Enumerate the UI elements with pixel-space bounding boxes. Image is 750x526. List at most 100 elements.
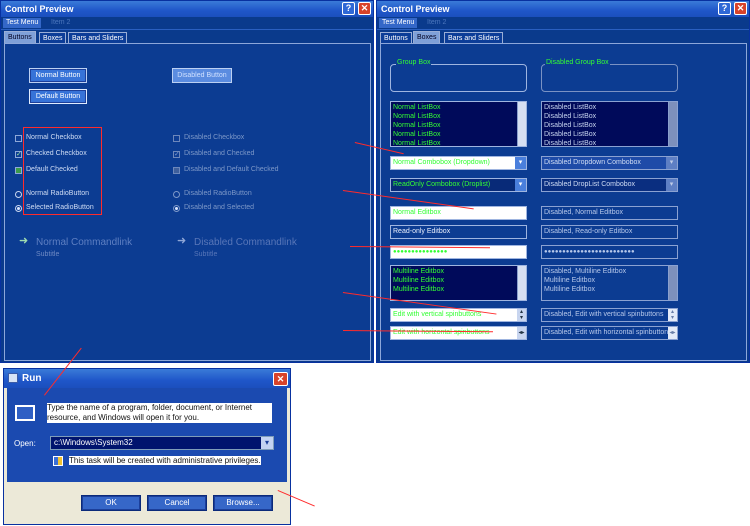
- normal-editbox[interactable]: Normal Editbox: [390, 206, 527, 220]
- chevron-down-icon[interactable]: ▾: [261, 437, 273, 449]
- multiline-line: Multiline Editbox: [393, 277, 444, 284]
- window-title: Control Preview: [5, 4, 74, 14]
- menu-bar: Test Menu Item 2: [1, 17, 373, 30]
- tab-buttons[interactable]: Buttons: [380, 32, 412, 43]
- normal-checkbox-label: Normal Checkbox: [26, 134, 82, 141]
- help-icon[interactable]: ?: [718, 2, 731, 15]
- tab-bars-and-sliders[interactable]: Bars and Sliders: [444, 32, 504, 43]
- normal-button[interactable]: Normal Button: [29, 68, 87, 83]
- multiline-editbox[interactable]: Multiline Editbox Multiline Editbox Mult…: [390, 265, 527, 301]
- list-item[interactable]: Normal ListBox: [393, 130, 526, 139]
- multiline-line: Multiline Editbox: [393, 286, 444, 293]
- vertical-spin-value: Edit with vertical spinbuttons: [393, 311, 482, 318]
- list-item: Disabled ListBox: [544, 104, 597, 111]
- window-title: Control Preview: [381, 4, 450, 14]
- disabled-checkbox-label: Disabled Checkbox: [184, 134, 245, 141]
- control-preview-window-left: Control Preview ? ✕ Test Menu Item 2 But…: [0, 0, 374, 363]
- vertical-spin-editbox[interactable]: Edit with vertical spinbuttons ▴ ▾: [390, 308, 527, 322]
- listbox-scrollbar: [668, 102, 677, 146]
- tab-bars-and-sliders[interactable]: Bars and Sliders: [68, 32, 128, 43]
- spin-leftright-icon: ◂▸: [668, 327, 677, 339]
- default-checked-checkbox[interactable]: [15, 167, 22, 174]
- chevron-down-icon: ▾: [666, 179, 677, 191]
- default-button[interactable]: Default Button: [29, 89, 87, 104]
- run-title-icon: [8, 373, 18, 383]
- admin-note: This task will be created with administr…: [69, 456, 261, 465]
- normal-listbox[interactable]: Normal ListBox Normal ListBox Normal Lis…: [390, 101, 527, 147]
- multiline-line: Multiline Editbox: [393, 268, 444, 275]
- disabled-dropdown-value: Disabled Dropdown Combobox: [544, 159, 641, 166]
- tab-panel: Normal Button Default Button Disabled Bu…: [4, 43, 371, 361]
- help-icon[interactable]: ?: [342, 2, 355, 15]
- listbox-scrollbar[interactable]: [517, 102, 526, 146]
- horizontal-spin-editbox[interactable]: Edit with horizontal spinbuttons ◂▸: [390, 326, 527, 340]
- disabled-commandlink: Disabled Commandlink: [194, 237, 297, 248]
- control-preview-window-right: Control Preview ? ✕ Test Menu Item 2 But…: [376, 0, 750, 363]
- group-box-label: Group Box: [396, 59, 432, 66]
- commandlink-arrow-icon[interactable]: ➜: [19, 234, 28, 247]
- disabled-vertical-spin-editbox: Disabled, Edit with vertical spinbuttons…: [541, 308, 678, 322]
- disabled-selected-radio: [173, 205, 180, 212]
- ok-button[interactable]: OK: [81, 495, 141, 511]
- disabled-group-box: [541, 64, 678, 92]
- disabled-droplist-combobox: Disabled DropList Combobox ▾: [541, 178, 678, 192]
- menu-test[interactable]: Test Menu: [3, 18, 42, 28]
- droplist-combobox-value: ReadOnly Combobox (Droplist): [393, 181, 491, 188]
- disabled-dropdown-combobox: Disabled Dropdown Combobox ▾: [541, 156, 678, 170]
- checked-checkbox[interactable]: ✓: [15, 151, 22, 158]
- close-icon[interactable]: ✕: [734, 2, 747, 15]
- list-item: Disabled ListBox: [544, 140, 597, 147]
- disabled-group-box-label: Disabled Group Box: [545, 59, 610, 66]
- open-combobox[interactable]: c:\Windows\System32 ▾: [50, 436, 274, 450]
- list-item[interactable]: Normal ListBox: [393, 121, 526, 130]
- disabled-radio-label: Disabled RadioButton: [184, 190, 252, 197]
- list-item[interactable]: Normal ListBox: [393, 112, 526, 121]
- menu-test[interactable]: Test Menu: [379, 18, 418, 28]
- normal-commandlink-subtitle: Subtitle: [36, 251, 60, 258]
- tab-boxes[interactable]: Boxes: [39, 32, 67, 43]
- selected-radio[interactable]: [15, 205, 22, 212]
- list-item[interactable]: Normal ListBox: [393, 103, 526, 112]
- chevron-down-icon: ▾: [666, 157, 677, 169]
- spin-leftright-icon[interactable]: ◂▸: [517, 327, 526, 339]
- disabled-password-editbox: ●●●●●●●●●●●●●●●●●●●●●●●●●: [541, 245, 678, 259]
- disabled-default-label: Disabled and Default Checked: [184, 166, 279, 173]
- disabled-horizontal-spin-value: Disabled, Edit with horizontal spinbutto…: [544, 329, 672, 336]
- disabled-checked-checkbox: ✓: [173, 151, 180, 158]
- disabled-droplist-value: Disabled DropList Combobox: [544, 181, 636, 188]
- selected-radio-label: Selected RadioButton: [26, 204, 94, 211]
- disabled-listbox: Disabled ListBox Disabled ListBox Disabl…: [541, 101, 678, 147]
- chevron-down-icon[interactable]: ▾: [515, 157, 526, 169]
- run-title-bar[interactable]: Run: [4, 369, 290, 388]
- disabled-readonly-editbox: Disabled, Read-only Editbox: [541, 225, 678, 239]
- readonly-editbox[interactable]: Read-only Editbox: [390, 225, 527, 239]
- title-bar[interactable]: Control Preview: [377, 1, 749, 17]
- droplist-combobox[interactable]: ReadOnly Combobox (Droplist) ▾: [390, 178, 527, 192]
- disabled-multiline-editbox: Disabled, Multiline Editbox Multiline Ed…: [541, 265, 678, 301]
- disabled-vertical-spin-value: Disabled, Edit with vertical spinbuttons: [544, 311, 664, 318]
- menu-item-2: Item 2: [427, 19, 447, 26]
- open-label: Open:: [14, 439, 36, 448]
- normal-checkbox[interactable]: [15, 135, 22, 142]
- multiline-line: Disabled, Multiline Editbox: [544, 268, 627, 275]
- normal-commandlink[interactable]: Normal Commandlink: [36, 237, 132, 248]
- browse-button[interactable]: Browse...: [213, 495, 273, 511]
- run-description: Type the name of a program, folder, docu…: [47, 403, 272, 423]
- disabled-checked-label: Disabled and Checked: [184, 150, 255, 157]
- title-bar[interactable]: Control Preview: [1, 1, 373, 17]
- disabled-commandlink-subtitle: Subtitle: [194, 251, 218, 258]
- chevron-down-icon[interactable]: ▾: [515, 179, 526, 191]
- open-combobox-value: c:\Windows\System32: [54, 438, 133, 447]
- spin-updown-icon: ▴ ▾: [668, 309, 677, 321]
- cancel-button[interactable]: Cancel: [147, 495, 207, 511]
- normal-radio[interactable]: [15, 191, 22, 198]
- list-item[interactable]: Normal ListBox: [393, 139, 526, 146]
- close-icon[interactable]: ✕: [273, 372, 288, 386]
- dropdown-combobox[interactable]: Normal Combobox (Dropdown) ▾: [390, 156, 527, 170]
- list-item: Disabled ListBox: [544, 122, 597, 129]
- list-item: Disabled ListBox: [544, 113, 597, 120]
- multiline-scrollbar[interactable]: [517, 266, 526, 300]
- spin-updown-icon[interactable]: ▴ ▾: [517, 309, 526, 321]
- close-icon[interactable]: ✕: [358, 2, 371, 15]
- run-body: Type the name of a program, folder, docu…: [7, 388, 287, 482]
